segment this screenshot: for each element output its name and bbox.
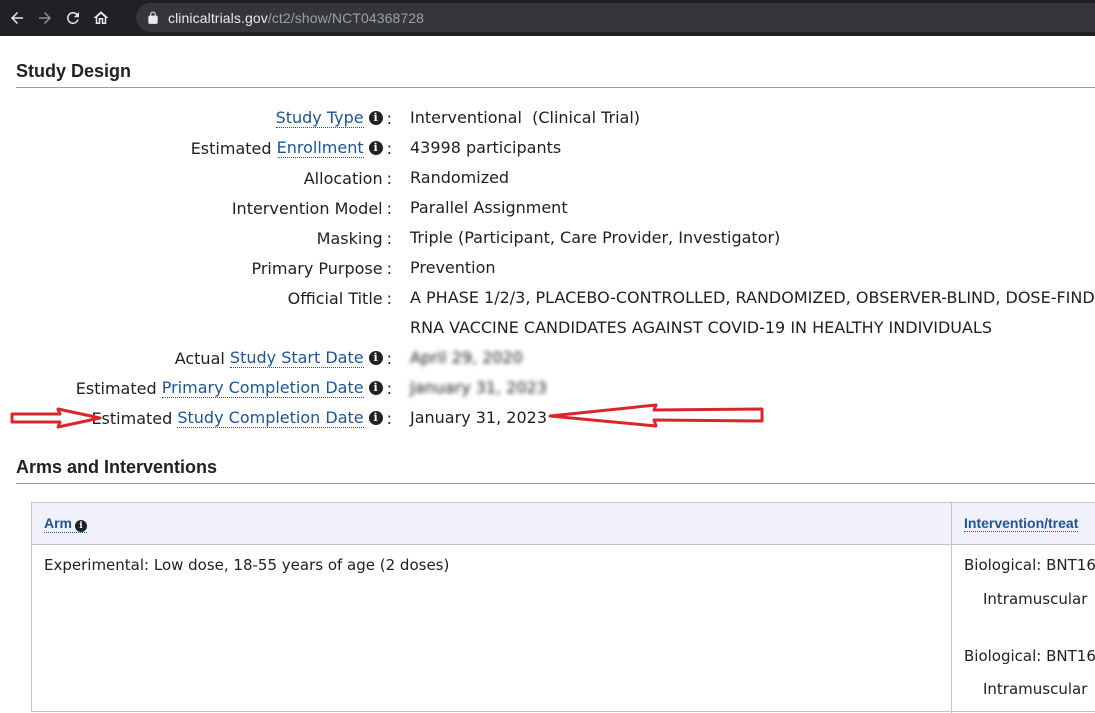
- label-prefix: Actual: [174, 348, 230, 368]
- intervention-route: Intramuscular: [983, 680, 1088, 698]
- design-row-label: Estimated Enrollment i:: [191, 133, 392, 163]
- arm-cell: Experimental: Low dose, 18-55 years of a…: [44, 556, 450, 574]
- info-icon[interactable]: i: [368, 111, 383, 125]
- label-colon: :: [386, 408, 392, 428]
- section-divider: [16, 483, 1095, 484]
- arm-column-header[interactable]: Arm i: [44, 515, 88, 533]
- label-prefix: Primary Purpose: [251, 258, 383, 278]
- design-row: Estimated Primary Completion Date i: Janua…: [0, 373, 1095, 403]
- label-colon: :: [386, 138, 392, 158]
- label-colon: :: [386, 348, 392, 368]
- design-row-value: Triple (Participant, Care Provider, Inve…: [410, 228, 781, 247]
- design-row: Estimated Enrollment i:43998 participants: [0, 133, 1095, 163]
- intervention-route: Intramuscular: [983, 590, 1088, 608]
- info-icon[interactable]: i: [368, 351, 383, 365]
- label-prefix: Estimated: [91, 408, 178, 428]
- info-icon[interactable]: i: [368, 141, 383, 155]
- design-row-value-line2: RNA VACCINE CANDIDATES AGAINST COVID-19 …: [410, 318, 992, 337]
- arms-table: Arm i Intervention/treat Experimental: Lo…: [31, 502, 1095, 713]
- intervention-cell: Biological: BNT162: [964, 647, 1095, 665]
- url-path: /ct2/show/NCT04368728: [267, 9, 425, 26]
- label-prefix: Estimated: [75, 378, 162, 398]
- design-row-label: Official Title:: [288, 283, 392, 313]
- design-row-label: Actual Study Start Date i:: [175, 343, 392, 373]
- design-row-label: Primary Purpose:: [251, 253, 392, 283]
- design-row-value: 43998 participants: [410, 138, 562, 157]
- column-divider: [951, 503, 952, 713]
- label-link[interactable]: Study Start Date: [229, 348, 364, 368]
- section-divider: [16, 87, 1095, 88]
- arrow-right-icon: [39, 12, 51, 24]
- design-row: Masking: Triple (Participant, Care Provid…: [0, 223, 1095, 253]
- info-icon[interactable]: i: [75, 520, 88, 532]
- label-prefix: Allocation: [303, 168, 383, 188]
- design-row: Study Type i: Interventional (Clinical Tri…: [0, 103, 1095, 133]
- design-row-label: Estimated Study Completion Date i:: [91, 403, 392, 433]
- label-link[interactable]: Enrollment: [276, 138, 364, 158]
- design-row-label: Masking:: [317, 223, 392, 253]
- url-text: clinicaltrials.gov/ct2/show/NCT04368728: [168, 10, 424, 26]
- design-row-label: Study Type i:: [275, 103, 392, 133]
- back-button[interactable]: [6, 7, 28, 29]
- reload-icon: [66, 11, 79, 24]
- forward-button[interactable]: [34, 7, 56, 29]
- design-row-value: Parallel Assignment: [410, 198, 568, 217]
- lock-icon: [148, 11, 158, 24]
- design-row-value: April 29, 2020: [410, 348, 523, 367]
- design-row: Intervention Model: Parallel Assignment: [0, 193, 1095, 223]
- home-button[interactable]: [90, 7, 112, 29]
- label-colon: :: [386, 108, 392, 128]
- intervention-column-header[interactable]: Intervention/treat: [964, 515, 1079, 532]
- design-row-value: Interventional (Clinical Trial): [410, 108, 641, 127]
- label-colon: :: [386, 228, 392, 248]
- reload-button[interactable]: [62, 7, 84, 29]
- arms-heading: Arms and Interventions: [16, 457, 218, 477]
- design-row: Official Title: A PHASE 1/2/3, PLACEBO-CO…: [0, 283, 1095, 337]
- design-row: Allocation: Randomized: [0, 163, 1095, 193]
- design-row-value: January 31, 2023: [410, 378, 547, 397]
- info-icon[interactable]: i: [368, 381, 383, 395]
- arrow-left-icon: [11, 12, 23, 24]
- intervention-cell: Biological: BNT162: [964, 556, 1095, 574]
- address-bar[interactable]: clinicaltrials.gov/ct2/show/NCT04368728: [136, 3, 1095, 32]
- label-prefix: Masking: [316, 228, 383, 248]
- url-domain: clinicaltrials.gov: [168, 9, 268, 26]
- design-row-value: Prevention: [410, 258, 496, 277]
- label-prefix: Official Title: [287, 288, 383, 308]
- design-row-value: A PHASE 1/2/3, PLACEBO-CONTROLLED, RANDO…: [410, 288, 1095, 307]
- design-row-label: Allocation:: [304, 163, 392, 193]
- design-row: Actual Study Start Date i: April 29, 2020: [0, 343, 1095, 373]
- label-link[interactable]: Study Completion Date: [177, 408, 364, 428]
- info-icon[interactable]: i: [368, 411, 383, 425]
- arms-table-header: Arm i Intervention/treat: [32, 503, 1095, 545]
- design-row-value: January 31, 2023: [410, 408, 547, 427]
- label-link[interactable]: Primary Completion Date: [161, 378, 364, 398]
- browser-toolbar: clinicaltrials.gov/ct2/show/NCT04368728: [0, 0, 1095, 36]
- label-colon: :: [386, 198, 392, 218]
- design-row: Primary Purpose: Prevention: [0, 253, 1095, 283]
- label-link[interactable]: Study Type: [275, 108, 364, 128]
- label-colon: :: [386, 168, 392, 188]
- label-prefix: Estimated: [190, 138, 277, 158]
- left-red-arrow: [10, 407, 102, 429]
- study-design-heading: Study Design: [16, 61, 132, 81]
- home-icon: [93, 11, 109, 24]
- label-colon: :: [386, 378, 392, 398]
- label-colon: :: [386, 288, 392, 308]
- design-row-label: Estimated Primary Completion Date i:: [76, 373, 392, 403]
- label-prefix: Intervention Model: [231, 198, 383, 218]
- design-row-value: Randomized: [410, 168, 510, 187]
- design-row-label: Intervention Model:: [232, 193, 392, 223]
- right-red-arrow: [548, 403, 764, 428]
- label-colon: :: [386, 258, 392, 278]
